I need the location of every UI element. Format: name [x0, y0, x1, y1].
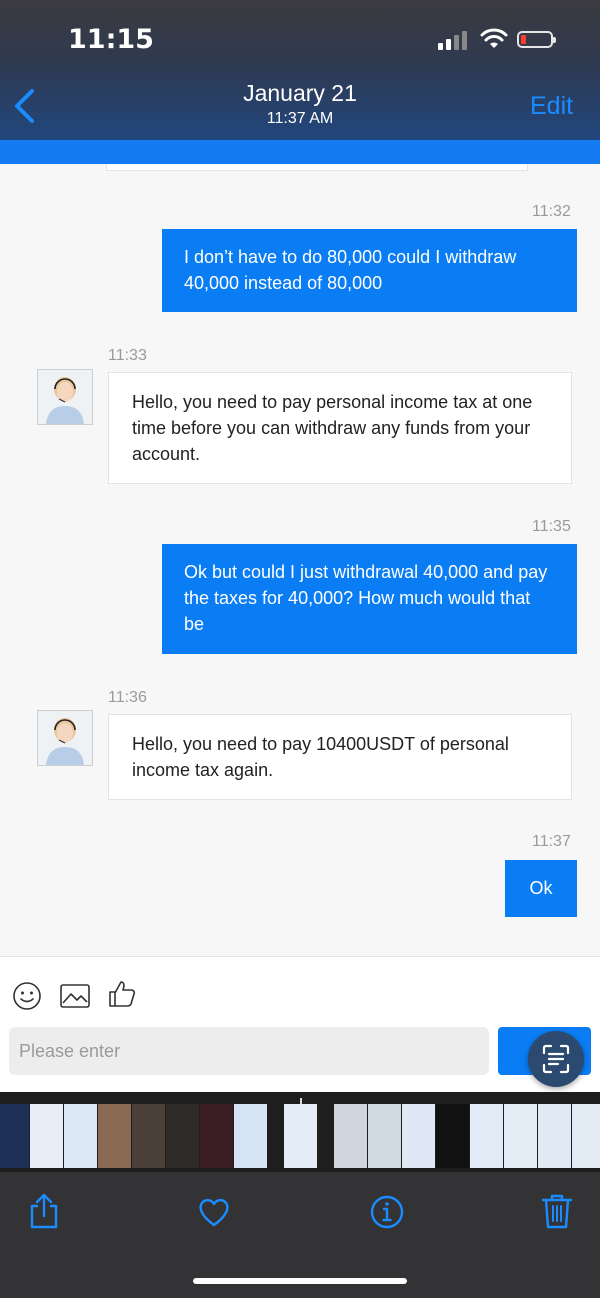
photo-filmstrip[interactable]: [0, 1092, 600, 1172]
filmstrip-thumbnail[interactable]: [402, 1104, 435, 1168]
message-composer: Please enter S: [0, 956, 600, 1093]
filmstrip-thumbnail[interactable]: [234, 1104, 267, 1168]
share-icon[interactable]: [26, 1192, 62, 1230]
message-timestamp: 11:37: [532, 833, 571, 850]
favorite-icon[interactable]: [196, 1192, 232, 1230]
page-title: January 21: [243, 80, 357, 106]
received-message-bubble[interactable]: Hello, you need to pay personal income t…: [108, 372, 572, 484]
received-message-bubble[interactable]: Hello, you need to pay 10400USDT of pers…: [108, 714, 572, 800]
trash-icon[interactable]: [539, 1192, 575, 1230]
filmstrip-thumbnail[interactable]: [334, 1104, 367, 1168]
battery-icon: [517, 31, 556, 48]
sent-message-bubble[interactable]: I don’t have to do 80,000 could I withdr…: [162, 229, 577, 312]
filmstrip-thumbnail[interactable]: [436, 1104, 469, 1168]
message-timestamp: 11:35: [532, 518, 571, 535]
chat-header-bar: [0, 140, 600, 164]
filmstrip-thumbnail[interactable]: [284, 1104, 317, 1168]
agent-avatar[interactable]: [37, 710, 93, 766]
sent-message-bubble[interactable]: Ok: [505, 860, 577, 917]
filmstrip-thumbnail[interactable]: [538, 1104, 571, 1168]
info-icon[interactable]: [369, 1192, 405, 1230]
message-timestamp: 11:32: [532, 203, 571, 220]
message-timestamp: 11:36: [108, 689, 147, 706]
home-indicator[interactable]: [193, 1278, 407, 1284]
filmstrip-thumbnail[interactable]: [166, 1104, 199, 1168]
emoji-icon[interactable]: [12, 981, 42, 1011]
filmstrip-thumbnail[interactable]: [200, 1104, 233, 1168]
filmstrip-thumbnail[interactable]: [504, 1104, 537, 1168]
filmstrip-thumbnail[interactable]: [98, 1104, 131, 1168]
filmstrip-thumbnail[interactable]: [0, 1104, 29, 1168]
text-scan-icon: [542, 1044, 570, 1074]
filmstrip-thumbnail[interactable]: [132, 1104, 165, 1168]
filmstrip-thumbnail[interactable]: [470, 1104, 503, 1168]
message-timestamp: 11:33: [108, 347, 147, 364]
chat-thread[interactable]: 11:32 I don’t have to do 80,000 could I …: [0, 164, 600, 956]
agent-avatar[interactable]: [37, 369, 93, 425]
thumbs-up-icon[interactable]: [107, 979, 137, 1009]
filmstrip-thumbnail[interactable]: [30, 1104, 63, 1168]
message-input[interactable]: Please enter: [9, 1027, 489, 1075]
agent-avatar-icon: [38, 711, 92, 765]
wifi-icon: [480, 28, 508, 48]
status-time: 11:15: [68, 24, 154, 55]
cellular-signal-icon: [438, 30, 468, 50]
image-icon[interactable]: [59, 981, 91, 1011]
filmstrip-thumbnail[interactable]: [368, 1104, 401, 1168]
page-subtitle: 11:37 AM: [266, 110, 334, 127]
filmstrip-thumbnail[interactable]: [64, 1104, 97, 1168]
live-text-scan-button[interactable]: [528, 1031, 584, 1087]
agent-avatar-icon: [38, 370, 92, 424]
previous-message-card: [106, 164, 528, 171]
filmstrip-thumbnail[interactable]: [572, 1104, 600, 1168]
sent-message-bubble[interactable]: Ok but could I just withdrawal 40,000 an…: [162, 544, 577, 654]
edit-button[interactable]: Edit: [530, 92, 573, 121]
